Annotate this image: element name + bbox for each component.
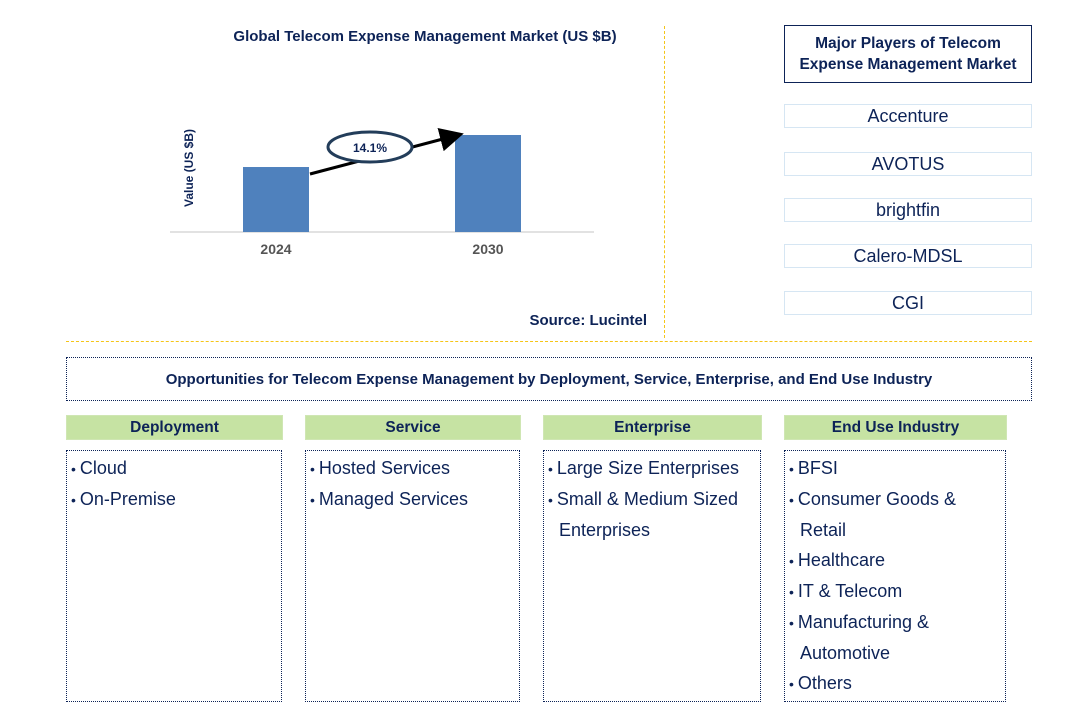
category-list-item: Managed Services	[310, 484, 515, 515]
category-list-item: Healthcare	[789, 545, 1001, 576]
player-item: AVOTUS	[784, 152, 1032, 176]
bar-2024	[243, 167, 309, 232]
category-list-item: Large Size Enterprises	[548, 453, 756, 484]
player-item: brightfin	[784, 198, 1032, 222]
vertical-divider	[664, 26, 665, 338]
bar-chart: Value (US $B) 2024 2030 14.1%	[170, 127, 594, 257]
category-header: Service	[305, 415, 521, 440]
category-header: Deployment	[66, 415, 283, 440]
source-label: Source: Lucintel	[529, 312, 647, 329]
category-list-item: Consumer Goods & Retail	[789, 484, 1001, 545]
opportunities-title: Opportunities for Telecom Expense Manage…	[66, 357, 1032, 401]
players-title: Major Players of Telecom Expense Managem…	[784, 25, 1032, 83]
category-list-item: Others	[789, 668, 1001, 699]
category-list-item: IT & Telecom	[789, 576, 1001, 607]
category-list-item: On-Premise	[71, 484, 277, 515]
player-item: Accenture	[784, 104, 1032, 128]
player-item: CGI	[784, 291, 1032, 315]
category-header: End Use Industry	[784, 415, 1007, 440]
category-list-item: Small & Medium Sized Enterprises	[548, 484, 756, 545]
category-list-item: Hosted Services	[310, 453, 515, 484]
category-list-item: Manufacturing & Automotive	[789, 607, 1001, 668]
category-list-item: Cloud	[71, 453, 277, 484]
cagr-label: 14.1%	[353, 141, 387, 155]
category-list: Large Size EnterprisesSmall & Medium Siz…	[543, 450, 761, 702]
y-axis-label: Value (US $B)	[182, 129, 196, 207]
x-tick-label: 2024	[260, 241, 291, 257]
x-tick-label: 2030	[472, 241, 503, 257]
horizontal-divider	[66, 341, 1032, 342]
bar-2030	[455, 135, 521, 232]
category-list: BFSIConsumer Goods & RetailHealthcareIT …	[784, 450, 1006, 702]
category-list: CloudOn-Premise	[66, 450, 282, 702]
category-list: Hosted ServicesManaged Services	[305, 450, 520, 702]
player-item: Calero-MDSL	[784, 244, 1032, 268]
cagr-annotation: 14.1%	[309, 127, 464, 176]
category-header: Enterprise	[543, 415, 762, 440]
category-list-item: BFSI	[789, 453, 1001, 484]
